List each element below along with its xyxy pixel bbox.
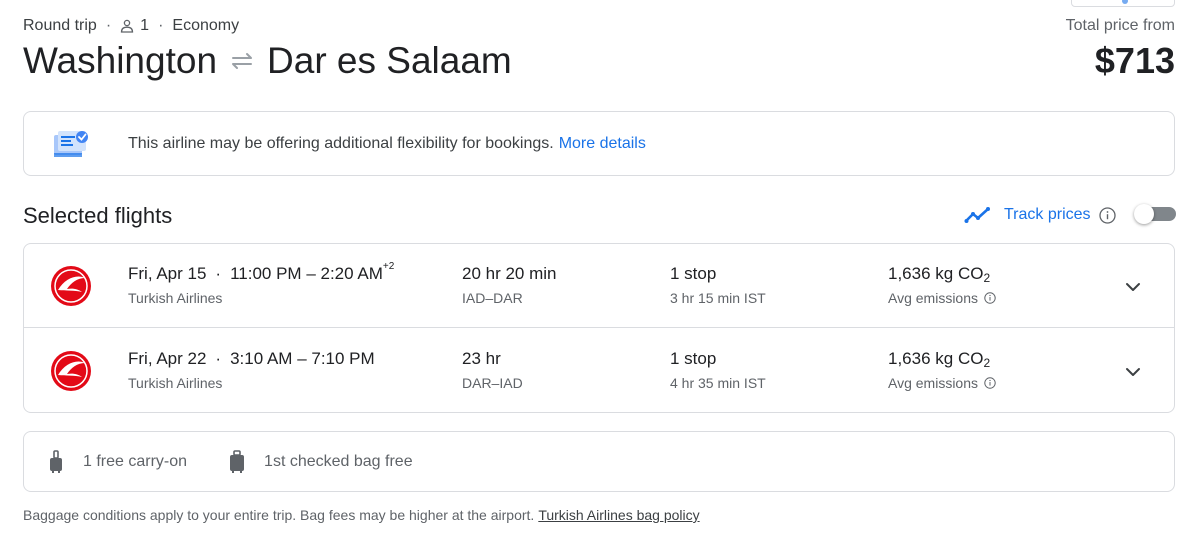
baggage-card: 1 free carry-on 1st checked bag free xyxy=(23,431,1175,492)
stop-count: 1 stop xyxy=(670,349,717,368)
more-details-link[interactable]: More details xyxy=(559,135,646,152)
separator-dot: · xyxy=(215,349,222,368)
emissions-label-wrap: Avg emissions xyxy=(888,375,996,391)
stop-count: 1 stop xyxy=(670,264,717,283)
emissions-value: 1,636 kg CO2 xyxy=(888,349,990,370)
turkish-airlines-logo xyxy=(51,351,91,391)
flight-time-range: 11:00 PM – 2:20 AM xyxy=(230,264,383,283)
track-prices[interactable]: Track prices xyxy=(964,205,1116,225)
checked-bag-item: 1st checked bag free xyxy=(229,449,413,474)
emissions-label: Avg emissions xyxy=(888,375,979,391)
flight-duration: 23 hr xyxy=(462,349,501,368)
route-title: Washington Dar es Salaam xyxy=(23,40,512,82)
separator-dot: · xyxy=(158,17,164,34)
trip-type[interactable]: Round trip xyxy=(23,17,97,35)
airport-codes: IAD–DAR xyxy=(462,290,523,306)
airport-codes: DAR–IAD xyxy=(462,375,523,391)
swap-arrows-icon xyxy=(232,53,253,69)
co2-subscript: 2 xyxy=(983,356,991,370)
selected-flights-title: Selected flights xyxy=(23,203,173,228)
flights-card: Fri, Apr 15 · 11:00 PM – 2:20 AM+2 Turkish… xyxy=(23,243,1175,413)
info-icon[interactable] xyxy=(984,292,996,304)
button-edge xyxy=(1122,0,1128,4)
checked-bag-icon xyxy=(230,449,245,473)
separator-dot: · xyxy=(105,17,112,34)
booking-ticket-icon xyxy=(54,130,88,157)
cabin-class[interactable]: Economy xyxy=(172,17,239,35)
turkish-airlines-logo xyxy=(51,266,91,306)
flight-time-range: 3:10 AM – 7:10 PM xyxy=(230,349,375,368)
total-price-label: Total price from xyxy=(1065,17,1175,34)
notice-text: This airline may be offering additional … xyxy=(128,135,646,153)
day-offset: +2 xyxy=(382,261,395,272)
airline-name: Turkish Airlines xyxy=(128,375,223,391)
carry-on-bag-icon xyxy=(50,449,62,473)
notice-message: This airline may be offering additional … xyxy=(128,134,554,152)
person-icon xyxy=(121,19,134,33)
chevron-down-icon[interactable] xyxy=(1122,361,1144,383)
emissions-value: 1,636 kg CO2 xyxy=(888,264,990,285)
emissions-label: Avg emissions xyxy=(888,290,979,306)
track-prices-toggle[interactable] xyxy=(1134,204,1176,224)
flight-duration: 20 hr 20 min xyxy=(462,264,557,283)
total-price-value: $713 xyxy=(1094,40,1175,81)
flexibility-notice: This airline may be offering additional … xyxy=(23,111,1175,176)
separator-dot: · xyxy=(215,264,222,283)
airline-name: Turkish Airlines xyxy=(128,290,223,306)
top-button-stub[interactable] xyxy=(1071,0,1175,7)
carry-on-label: 1 free carry-on xyxy=(83,452,188,470)
emissions-amount: 1,636 kg CO xyxy=(888,264,984,283)
bag-policy-link[interactable]: Turkish Airlines bag policy xyxy=(538,507,699,523)
flight-row-outbound[interactable]: Fri, Apr 15 · 11:00 PM – 2:20 AM+2 Turkish… xyxy=(24,244,1174,328)
flight-date: Fri, Apr 15 xyxy=(128,264,207,283)
trend-line-icon xyxy=(964,207,990,223)
info-icon[interactable] xyxy=(984,377,996,389)
chevron-down-icon[interactable] xyxy=(1122,276,1144,298)
trip-meta: Round trip · 1 · Economy xyxy=(23,17,239,35)
emissions-label-wrap: Avg emissions xyxy=(888,290,996,306)
co2-subscript: 2 xyxy=(983,271,991,285)
baggage-footnote: Baggage conditions apply to your entire … xyxy=(23,507,700,523)
flight-row-return[interactable]: Fri, Apr 22 · 3:10 AM – 7:10 PM Turkish Ai… xyxy=(24,329,1174,413)
flight-times: Fri, Apr 22 · 3:10 AM – 7:10 PM xyxy=(128,349,375,369)
origin-city: Washington xyxy=(23,40,218,81)
flight-date: Fri, Apr 22 xyxy=(128,349,207,368)
info-icon[interactable] xyxy=(1098,206,1116,224)
passenger-count[interactable]: 1 xyxy=(140,17,149,35)
flight-times: Fri, Apr 15 · 11:00 PM – 2:20 AM+2 xyxy=(128,261,395,284)
track-prices-label[interactable]: Track prices xyxy=(1004,206,1091,224)
baggage-note: Baggage conditions apply to your entire … xyxy=(23,507,535,523)
carry-on-item: 1 free carry-on xyxy=(48,449,188,474)
layover-info: 4 hr 35 min IST xyxy=(670,375,766,391)
layover-info: 3 hr 15 min IST xyxy=(670,290,766,306)
destination-city: Dar es Salaam xyxy=(267,40,512,81)
emissions-amount: 1,636 kg CO xyxy=(888,349,984,368)
checked-bag-label: 1st checked bag free xyxy=(264,452,413,470)
toggle-knob xyxy=(1134,204,1154,224)
